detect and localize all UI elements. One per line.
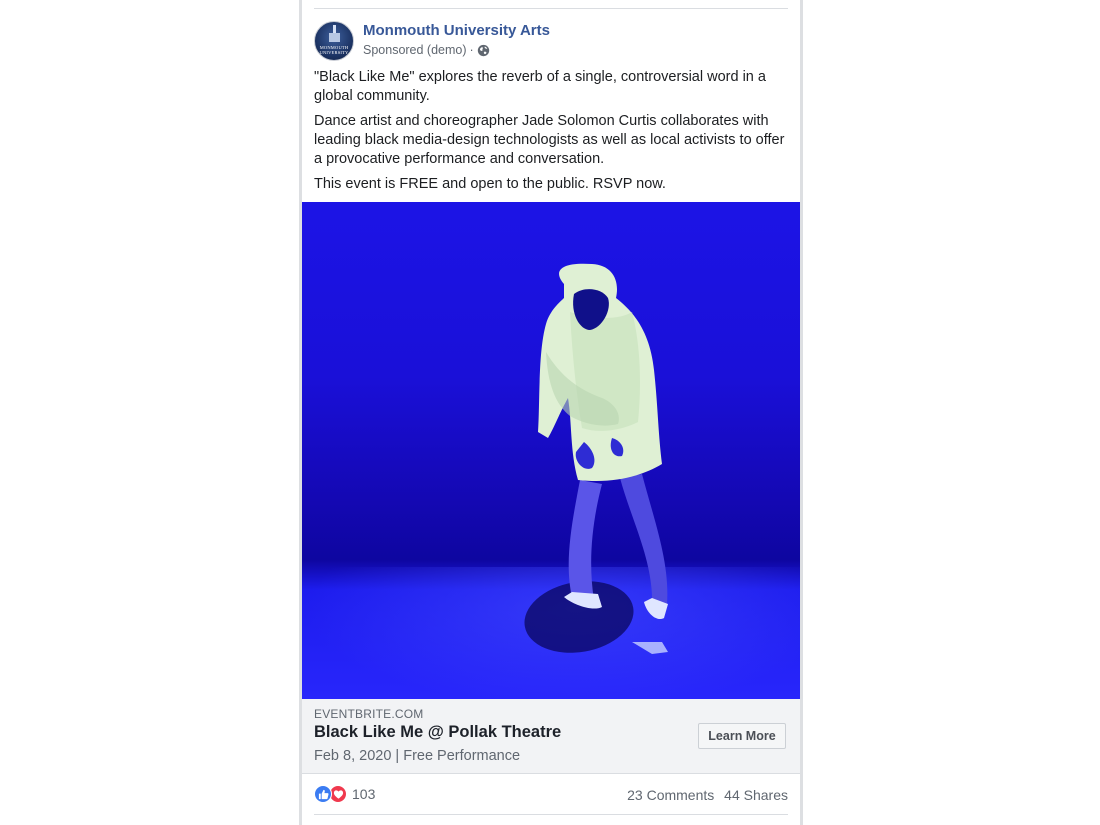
post-body: "Black Like Me" explores the reverb of a… bbox=[314, 68, 789, 200]
link-preview[interactable]: EVENTBRITE.COM Black Like Me @ Pollak Th… bbox=[302, 699, 800, 774]
link-domain: EVENTBRITE.COM bbox=[314, 707, 424, 721]
link-title[interactable]: Black Like Me @ Pollak Theatre bbox=[314, 723, 561, 742]
sponsored-line: Sponsored (demo) · bbox=[363, 43, 490, 57]
dancer-figure bbox=[538, 263, 668, 654]
reactions[interactable]: 103 bbox=[314, 785, 375, 803]
sponsored-label[interactable]: Sponsored (demo) bbox=[363, 43, 467, 57]
like-icon bbox=[314, 785, 332, 803]
post-paragraph: Dance artist and choreographer Jade Solo… bbox=[314, 113, 785, 167]
post-header: MONMOUTH UNIVERSITY Monmouth University … bbox=[314, 20, 788, 62]
engagement-stats: 23 Comments 44 Shares bbox=[621, 787, 788, 803]
link-subtitle: Feb 8, 2020 | Free Performance bbox=[314, 748, 521, 764]
engagement-bar: 103 23 Comments 44 Shares bbox=[314, 782, 788, 808]
tower-icon bbox=[329, 25, 340, 42]
globe-icon[interactable] bbox=[477, 44, 490, 57]
post-paragraph: "Black Like Me" explores the reverb of a… bbox=[314, 69, 766, 104]
top-divider bbox=[314, 8, 788, 9]
shares-link[interactable]: 44 Shares bbox=[724, 787, 788, 803]
post-paragraph: This event is FREE and open to the publi… bbox=[314, 176, 666, 192]
comments-link[interactable]: 23 Comments bbox=[627, 787, 714, 803]
page-name-link[interactable]: Monmouth University Arts bbox=[363, 22, 550, 39]
post-image[interactable] bbox=[302, 202, 800, 699]
sponsored-post: MONMOUTH UNIVERSITY Monmouth University … bbox=[299, 0, 803, 825]
bottom-divider bbox=[314, 814, 788, 815]
page-avatar[interactable]: MONMOUTH UNIVERSITY bbox=[314, 21, 354, 61]
reaction-count[interactable]: 103 bbox=[352, 786, 375, 802]
avatar-text: MONMOUTH UNIVERSITY bbox=[319, 45, 349, 55]
separator-dot: · bbox=[469, 43, 474, 57]
learn-more-button[interactable]: Learn More bbox=[698, 723, 786, 749]
